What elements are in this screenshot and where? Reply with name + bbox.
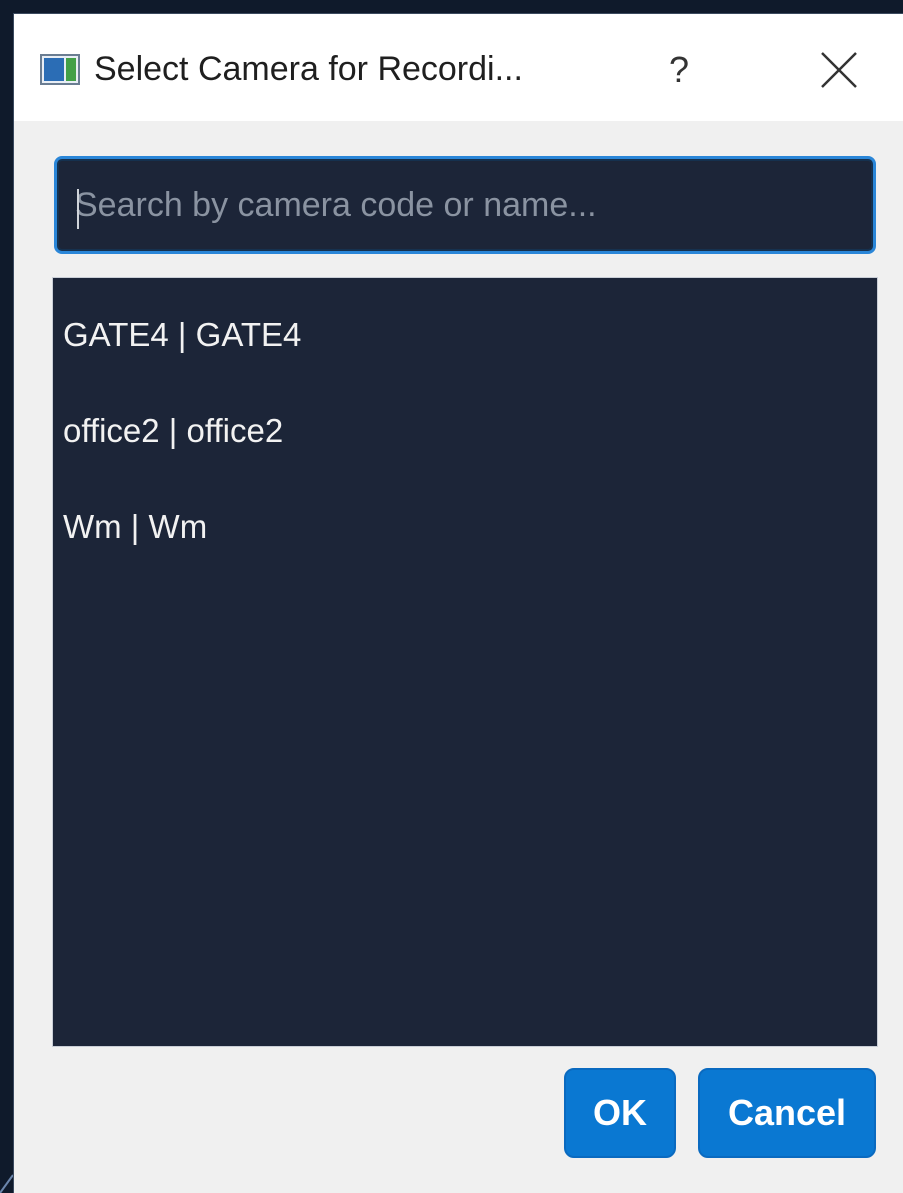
ok-button[interactable]: OK	[564, 1068, 676, 1158]
close-icon	[821, 52, 857, 88]
dialog-titlebar: Select Camera for Recordi... ?	[14, 14, 903, 121]
dialog-title: Select Camera for Recordi...	[94, 50, 523, 88]
search-input[interactable]	[75, 177, 835, 233]
search-field[interactable]	[54, 156, 876, 254]
camera-list-item-wm[interactable]: Wm | Wm	[63, 497, 863, 557]
window-app-icon	[40, 53, 80, 86]
cancel-button[interactable]: Cancel	[698, 1068, 876, 1158]
close-button[interactable]	[799, 42, 879, 98]
camera-list-item-office2[interactable]: office2 | office2	[63, 401, 863, 461]
camera-list-item-gate4[interactable]: GATE4 | GATE4	[63, 305, 863, 365]
help-button[interactable]: ?	[639, 42, 719, 98]
help-icon: ?	[668, 49, 690, 90]
camera-list[interactable]: GATE4 | GATE4 office2 | office2 Wm | Wm	[52, 277, 878, 1047]
text-cursor	[77, 189, 79, 229]
select-camera-dialog: Select Camera for Recordi... ? GATE4 | G…	[13, 13, 903, 1193]
